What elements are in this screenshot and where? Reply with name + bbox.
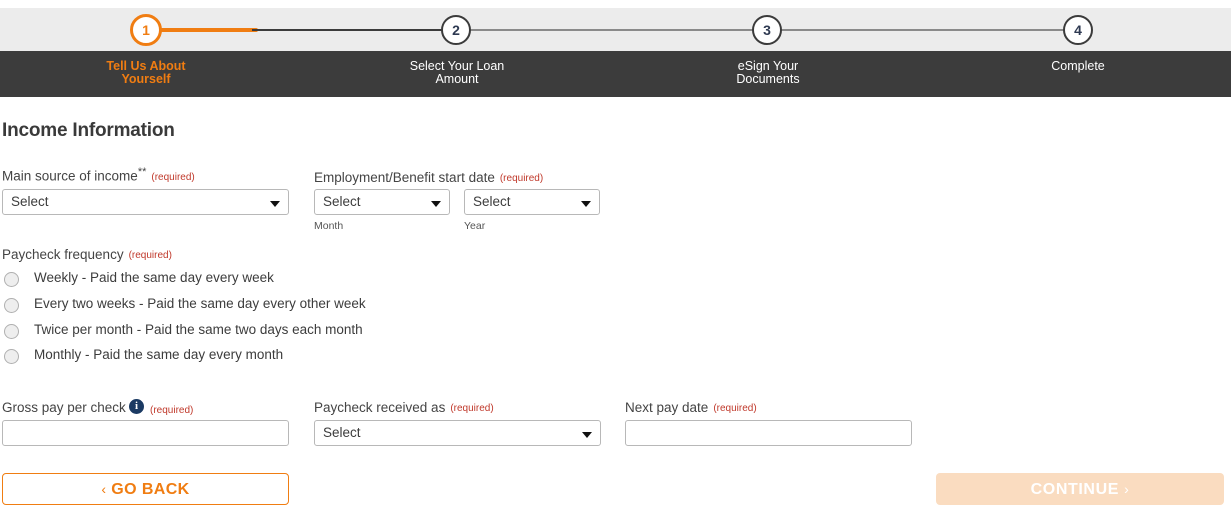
gross-pay-per-check-input[interactable] (2, 420, 289, 446)
sub-label-year: Year (464, 220, 486, 232)
stepper-label-2: Select Your Loan Amount (347, 60, 567, 86)
info-icon[interactable]: i (129, 399, 144, 414)
continue-button[interactable]: CONTINUE › (936, 473, 1224, 505)
required-note-gross-pay-per-check: (required) (150, 405, 194, 416)
stepper-circle-1[interactable]: 1 (130, 14, 162, 46)
label-paycheck-received-as-text: Paycheck received as (314, 400, 446, 415)
next-pay-date-input[interactable] (625, 420, 912, 446)
chevron-down-icon (581, 201, 591, 207)
radio-option-twice-per-month-label: Twice per month - Paid the same two days… (34, 322, 363, 337)
stepper-label-3-line2: Documents (736, 72, 800, 86)
stepper-label-2-line2: Amount (435, 72, 479, 86)
label-gross-pay-per-check: Gross pay per check (2, 400, 126, 415)
chevron-down-icon (582, 432, 592, 438)
stepper-connector-progress (146, 28, 258, 32)
label-next-pay-date-text: Next pay date (625, 400, 709, 415)
stepper-circle-2[interactable]: 2 (441, 15, 471, 45)
chevron-left-icon: ‹ (101, 481, 107, 497)
required-note-gross-pay-wrapper: (required) (150, 402, 193, 417)
label-employment-start-date: Employment/Benefit start date (required) (314, 170, 543, 185)
radio-button-icon[interactable] (4, 324, 19, 339)
stepper-label-1-line2: Yourself (121, 72, 171, 86)
select-employment-start-month-value: Select (323, 194, 361, 209)
select-paycheck-received-as[interactable]: Select (314, 420, 601, 446)
label-gross-pay-per-check-text: Gross pay per check (2, 400, 126, 415)
stepper-connector-2-3 (456, 29, 770, 31)
go-back-button-label: GO BACK (111, 481, 190, 498)
select-employment-start-year[interactable]: Select (464, 189, 600, 215)
chevron-down-icon (431, 201, 441, 207)
required-note-paycheck-frequency: (required) (128, 250, 172, 261)
select-paycheck-received-as-value: Select (323, 425, 361, 440)
select-main-source-of-income-value: Select (11, 194, 49, 209)
radio-option-every-two-weeks-label: Every two weeks - Paid the same day ever… (34, 296, 366, 311)
stepper-connector-3-4 (766, 29, 1080, 31)
radio-button-icon[interactable] (4, 298, 19, 313)
stepper-label-4-line1: Complete (1051, 59, 1105, 73)
label-paycheck-frequency-text: Paycheck frequency (2, 247, 124, 262)
stepper-label-4: Complete (968, 60, 1188, 73)
label-next-pay-date: Next pay date (required) (625, 400, 757, 415)
stepper-circle-4[interactable]: 4 (1063, 15, 1093, 45)
stepper-label-1: Tell Us About Yourself (36, 60, 256, 86)
radio-option-weekly-label: Weekly - Paid the same day every week (34, 270, 274, 285)
continue-button-label: CONTINUE (1030, 481, 1120, 498)
select-employment-start-month[interactable]: Select (314, 189, 450, 215)
stepper-connector-1-2 (252, 29, 458, 31)
required-note-next-pay-date: (required) (713, 403, 757, 414)
page-title: Income Information (2, 120, 175, 141)
chevron-right-icon: › (1124, 481, 1130, 497)
label-paycheck-received-as: Paycheck received as (required) (314, 400, 494, 415)
chevron-down-icon (270, 201, 280, 207)
stepper-circle-3[interactable]: 3 (752, 15, 782, 45)
label-employment-start-date-text: Employment/Benefit start date (314, 170, 495, 185)
label-main-source-of-income-text: Main source of income (2, 168, 138, 184)
radio-button-icon[interactable] (4, 272, 19, 287)
required-note-paycheck-received-as: (required) (450, 403, 494, 414)
stepper-label-3: eSign Your Documents (658, 60, 878, 86)
go-back-button[interactable]: ‹ GO BACK (2, 473, 289, 505)
required-note-main-source-of-income: (required) (151, 171, 195, 183)
select-main-source-of-income[interactable]: Select (2, 189, 289, 215)
label-paycheck-frequency: Paycheck frequency (required) (2, 247, 172, 262)
select-employment-start-year-value: Select (473, 194, 511, 209)
radio-button-icon[interactable] (4, 349, 19, 364)
radio-option-monthly-label: Monthly - Paid the same day every month (34, 347, 284, 362)
label-main-source-of-income: Main source of income** (required) (2, 166, 195, 184)
sub-label-month: Month (314, 220, 344, 232)
required-note-employment-start-date: (required) (499, 173, 544, 184)
label-main-source-of-income-superscript: ** (137, 166, 147, 178)
